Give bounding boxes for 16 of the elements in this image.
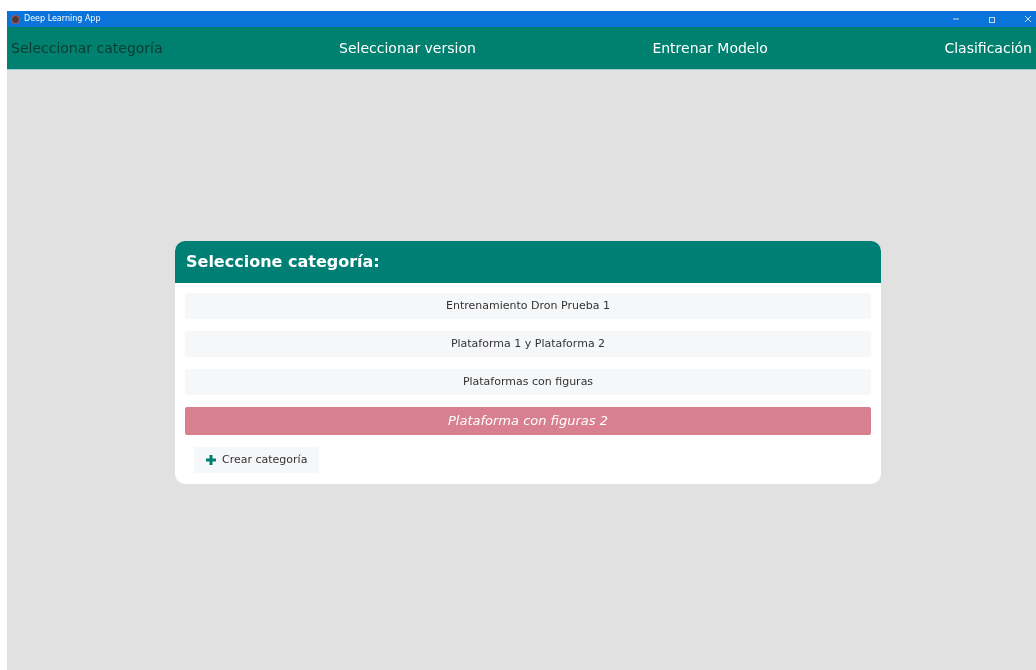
window-title: Deep Learning App — [24, 15, 101, 23]
nav-tab[interactable]: Entrenar Modelo — [648, 37, 772, 59]
minimize-icon[interactable] — [952, 15, 960, 23]
category-item[interactable]: Plataforma 1 y Plataforma 2 — [185, 331, 871, 357]
card-title: Seleccione categoría: — [186, 251, 380, 273]
close-icon[interactable] — [1024, 15, 1032, 23]
nav-tab[interactable]: Seleccionar version — [335, 37, 480, 59]
create-category-button[interactable]: Crear categoría — [194, 447, 320, 473]
plus-icon — [206, 455, 216, 465]
restore-icon[interactable] — [988, 15, 996, 23]
category-item[interactable]: Entrenamiento Dron Prueba 1 — [185, 293, 871, 319]
app-icon — [11, 14, 20, 24]
nav-tab[interactable]: Clasificación — [940, 37, 1036, 59]
nav-tab[interactable]: Seleccionar categoría — [7, 37, 167, 59]
category-item[interactable]: Plataforma con figuras 2 — [185, 407, 871, 435]
category-item[interactable]: Plataformas con figuras — [185, 369, 871, 395]
